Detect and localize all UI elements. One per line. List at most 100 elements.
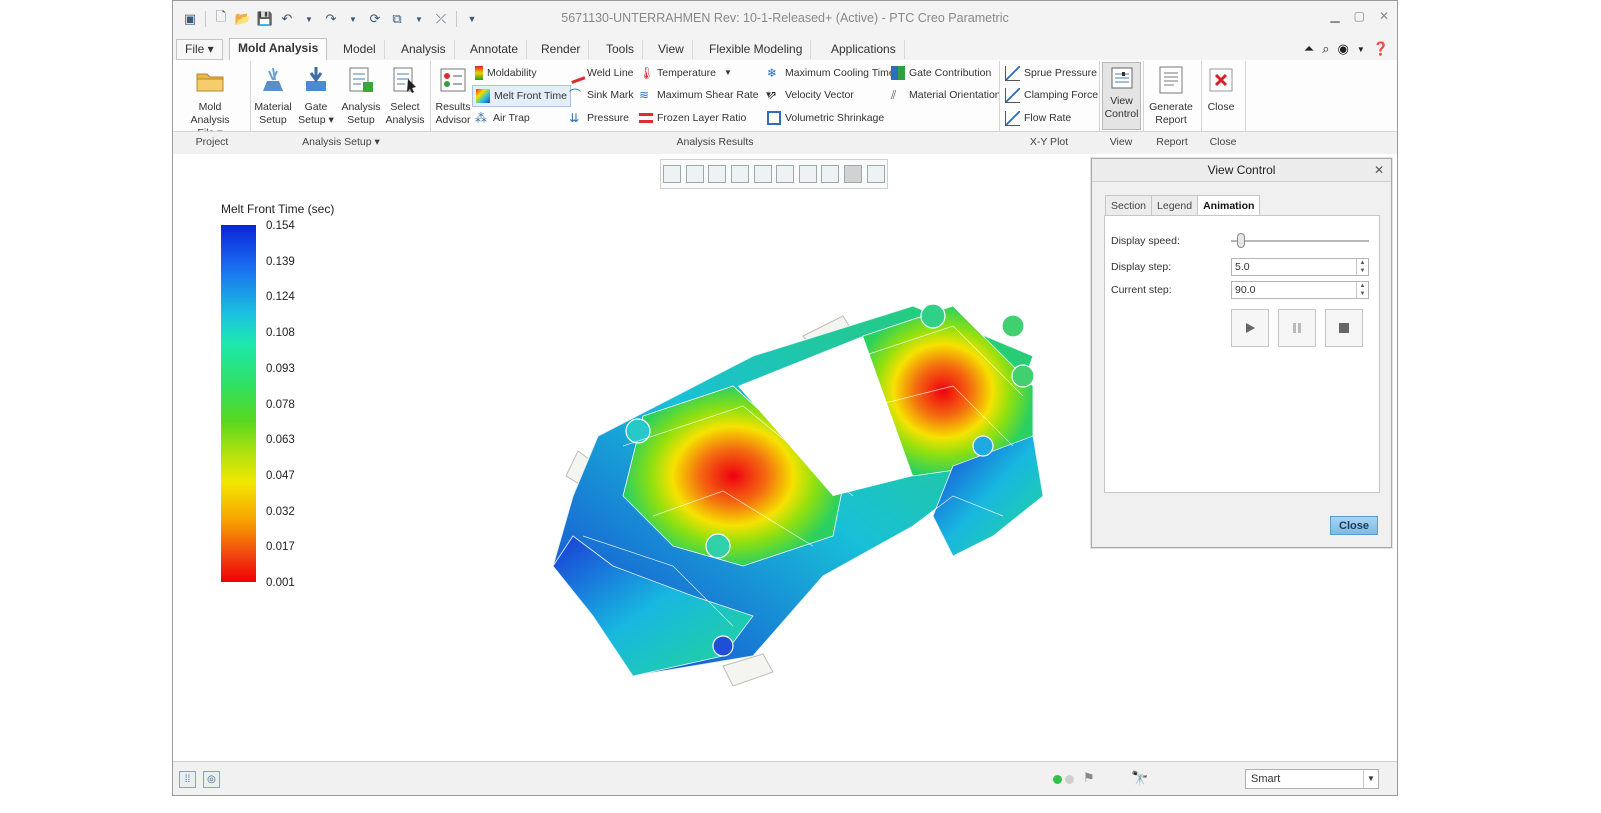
legend-tick-label: 0.154	[266, 220, 295, 232]
sprue-pressure-button[interactable]: Sprue Pressure	[1005, 63, 1097, 83]
zoom-out-icon[interactable]	[708, 165, 727, 183]
ribbon-group-labels: Project Analysis Setup ▾ Analysis Result…	[173, 131, 1397, 155]
status-dot-icon	[1065, 775, 1074, 784]
zoom-in-icon[interactable]	[685, 165, 704, 183]
mold-analysis-model[interactable]	[393, 236, 1043, 696]
display-step-input[interactable]	[1232, 259, 1358, 275]
close-analysis-button[interactable]: Close	[1191, 63, 1251, 114]
maximum-shear-rate-button[interactable]: ≋ Maximum Shear Rate ▼	[639, 85, 772, 105]
view-control-button[interactable]: View Control	[1102, 62, 1141, 130]
tab-view[interactable]: View	[650, 40, 693, 59]
cooling-time-icon: ❄	[767, 66, 778, 80]
gate-contribution-button[interactable]: Gate Contribution	[891, 63, 991, 83]
display-step-stepper[interactable]: ▲ ▼	[1231, 258, 1369, 276]
flag-icon[interactable]: ⚑	[1083, 770, 1095, 786]
current-step-input[interactable]	[1232, 282, 1358, 298]
view-manager-icon[interactable]	[798, 165, 817, 183]
maximize-icon[interactable]: ▢	[1354, 9, 1365, 23]
tab-mold-analysis[interactable]: Mold Analysis	[229, 38, 328, 61]
saved-orientations-icon[interactable]	[776, 165, 795, 183]
find-icon[interactable]: 🔭	[1131, 770, 1148, 787]
group-report-label: Report	[1156, 136, 1188, 148]
help-icons: ⏶ ⌕ ◉ ▼ ❓	[1304, 41, 1389, 57]
frozen-layer-icon	[639, 113, 653, 123]
mold-analysis-file-button[interactable]: Mold Analysis File ▾	[180, 63, 240, 140]
browser-icon[interactable]: ◎	[203, 771, 220, 788]
moldability-button[interactable]: Moldability	[475, 63, 537, 83]
current-step-label: Current step:	[1111, 284, 1172, 296]
legend-tick-label: 0.078	[266, 398, 295, 411]
step-down-icon[interactable]: ▼	[1357, 290, 1368, 298]
play-icon	[1246, 323, 1255, 333]
navigator-icon[interactable]: ⁞⁞	[179, 771, 196, 788]
minimize-icon[interactable]: ▁	[1330, 9, 1339, 23]
air-trap-button[interactable]: ⁂ Air Trap	[475, 108, 530, 128]
select-analysis-icon	[390, 65, 420, 95]
chevron-down-icon[interactable]: ▼	[1357, 45, 1365, 54]
weld-line-button[interactable]: Weld Line	[566, 62, 634, 84]
help-icon[interactable]: ❓	[1373, 41, 1389, 57]
close-icon[interactable]: ✕	[1379, 9, 1389, 23]
tab-file[interactable]: File ▾	[176, 39, 223, 60]
pressure-button[interactable]: ⇊ Pressure	[569, 108, 629, 128]
tab-legend[interactable]: Legend	[1151, 195, 1199, 216]
volumetric-shrinkage-button[interactable]: Volumetric Shrinkage	[767, 108, 884, 128]
refit-icon[interactable]	[663, 165, 682, 183]
stop-button[interactable]	[1325, 309, 1363, 347]
tab-analysis[interactable]: Analysis	[393, 40, 455, 59]
tab-applications[interactable]: Applications	[823, 40, 905, 59]
legend-tick-label: 0.063	[266, 434, 295, 447]
tab-animation[interactable]: Animation	[1197, 195, 1261, 217]
step-up-icon[interactable]: ▲	[1357, 259, 1368, 267]
window-title: 5671130-UNTERRAHMEN Rev: 10-1-Released+ …	[561, 11, 1009, 25]
play-button[interactable]	[1231, 309, 1269, 347]
legend-tick-label: 0.017	[266, 541, 295, 554]
group-analysis-setup-label[interactable]: Analysis Setup ▾	[251, 136, 431, 148]
display-style-icon[interactable]	[753, 165, 772, 183]
flow-rate-button[interactable]: Flow Rate	[1005, 108, 1071, 128]
display-speed-slider-track[interactable]	[1231, 240, 1369, 242]
legend-tick-label: 0.108	[266, 327, 295, 340]
velocity-vector-button[interactable]: ⇗ Velocity Vector	[767, 85, 854, 105]
close-button[interactable]: Close	[1330, 516, 1378, 535]
legend-tick-label: 0.139	[266, 255, 295, 268]
creo-window: ▣ 🗋 📂 💾 ↶ ▼ ↷ ▼ ⟳ ⧉ ▼ ⤫ ▼ 5671130-UNTERR…	[172, 0, 1398, 796]
maximum-cooling-time-button[interactable]: ❄ Maximum Cooling Time	[767, 63, 895, 83]
step-up-icon[interactable]: ▲	[1357, 282, 1368, 290]
tab-annotate[interactable]: Annotate	[462, 40, 528, 59]
title-bar: ▣ 🗋 📂 💾 ↶ ▼ ↷ ▼ ⟳ ⧉ ▼ ⤫ ▼ 5671130-UNTERR…	[173, 1, 1397, 37]
view-control-title-bar[interactable]: View Control ✕	[1092, 159, 1391, 182]
material-orientation-button[interactable]: ⫽ Material Orientation	[891, 85, 1001, 105]
tab-flexible-modeling[interactable]: Flexible Modeling	[701, 40, 812, 59]
clamping-force-button[interactable]: Clamping Force	[1005, 85, 1098, 105]
datum-display-icon[interactable]	[821, 165, 840, 183]
sink-mark-icon: ⌒	[569, 88, 582, 102]
group-analysis-results-label: Analysis Results	[676, 136, 754, 148]
legend-title: Melt Front Time (sec)	[221, 202, 335, 216]
tab-render[interactable]: Render	[533, 40, 590, 59]
tab-section[interactable]: Section	[1105, 195, 1153, 216]
close-icon[interactable]: ✕	[1374, 159, 1384, 181]
pause-button[interactable]	[1278, 309, 1316, 347]
tab-model[interactable]: Model	[335, 40, 385, 59]
current-step-stepper[interactable]: ▲ ▼	[1231, 281, 1369, 299]
sink-mark-button[interactable]: ⌒ Sink Mark	[569, 85, 634, 105]
search-icon[interactable]: ⌕	[1322, 41, 1329, 57]
frozen-layer-ratio-button[interactable]: Frozen Layer Ratio	[639, 108, 746, 128]
community-icon[interactable]: ◉	[1338, 41, 1349, 57]
weld-line-icon	[566, 62, 586, 84]
ribbon-tabs: File ▾ Mold Analysis Model Analysis Anno…	[173, 37, 1397, 61]
selection-filter-select[interactable]: Smart ▼	[1245, 769, 1379, 789]
annotation-display-icon[interactable]	[844, 165, 863, 183]
tab-tools[interactable]: Tools	[598, 40, 644, 59]
spin-center-icon[interactable]	[866, 165, 885, 183]
step-down-icon[interactable]: ▼	[1357, 267, 1368, 275]
open-folder-icon	[195, 65, 225, 95]
melt-front-time-button[interactable]: Melt Front Time	[472, 85, 571, 107]
display-speed-slider-handle[interactable]	[1237, 233, 1245, 248]
material-icon	[258, 65, 288, 95]
repaint-icon[interactable]	[731, 165, 750, 183]
temperature-button[interactable]: 🌡 Temperature ▼	[639, 63, 732, 83]
ribbon-minimize-icon[interactable]: ⏶	[1304, 41, 1314, 57]
results-advisor-icon	[438, 65, 468, 95]
